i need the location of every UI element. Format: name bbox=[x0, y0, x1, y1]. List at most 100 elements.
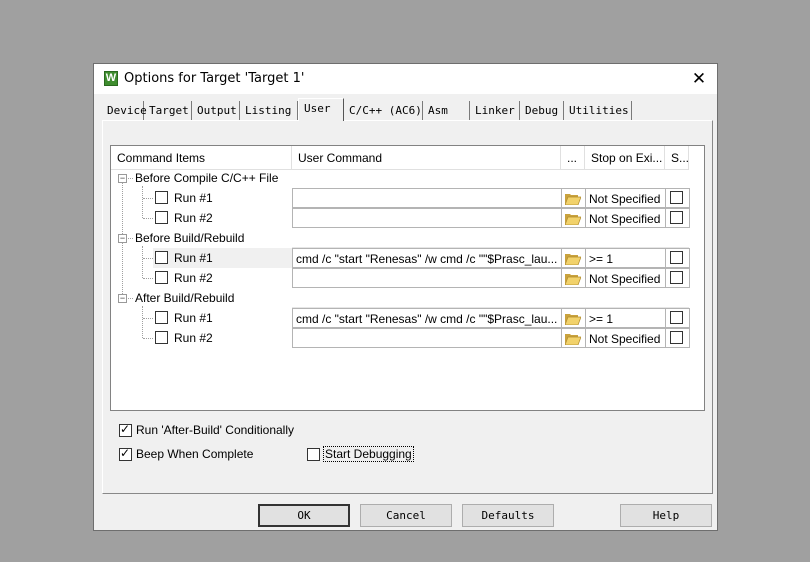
run-checkbox[interactable] bbox=[155, 251, 168, 264]
s-checkbox[interactable] bbox=[670, 271, 683, 284]
s-checkbox[interactable] bbox=[670, 211, 683, 224]
beep-when-complete-checkbox[interactable] bbox=[119, 446, 132, 461]
group-row-blank bbox=[292, 228, 689, 248]
header-stop-on-exit[interactable]: Stop on Exi... bbox=[585, 146, 665, 170]
title-bar[interactable]: W Options for Target 'Target 1' ✕ bbox=[94, 64, 717, 94]
user-command-input[interactable] bbox=[292, 188, 562, 208]
s-cell bbox=[665, 268, 690, 288]
browse-button[interactable] bbox=[561, 188, 586, 208]
tab-label: Target bbox=[149, 104, 189, 117]
tab-label: Output bbox=[197, 104, 237, 117]
start-debugging-checkbox[interactable] bbox=[307, 448, 320, 461]
tab-label: Device bbox=[107, 104, 147, 117]
tree-line bbox=[143, 198, 153, 199]
tab-output[interactable]: Output bbox=[192, 101, 240, 120]
row-label: Run #1 bbox=[174, 311, 213, 325]
group-after-build[interactable]: After Build/Rebuild bbox=[135, 291, 234, 305]
tab-label: Utilities bbox=[569, 104, 629, 117]
stop-on-exit-select[interactable]: Not Specified bbox=[585, 268, 666, 288]
open-folder-icon bbox=[565, 274, 581, 285]
user-command-input[interactable] bbox=[292, 328, 562, 348]
run-checkbox[interactable] bbox=[155, 331, 168, 344]
group-before-compile[interactable]: Before Compile C/C++ File bbox=[135, 171, 278, 185]
tab-linker[interactable]: Linker bbox=[470, 101, 520, 120]
beep-when-complete-label[interactable]: Beep When Complete bbox=[136, 447, 253, 461]
group-before-build[interactable]: Before Build/Rebuild bbox=[135, 231, 244, 245]
row-label: Run #2 bbox=[174, 211, 213, 225]
options-dialog: W Options for Target 'Target 1' ✕ Device… bbox=[93, 63, 718, 531]
browse-button[interactable] bbox=[561, 328, 586, 348]
user-commands-grid: Command Items User Command ... Stop on E… bbox=[110, 145, 705, 411]
run-after-build-checkbox[interactable] bbox=[119, 422, 132, 437]
row-label: Run #1 bbox=[174, 191, 213, 205]
browse-button[interactable] bbox=[561, 208, 586, 228]
browse-button[interactable] bbox=[561, 248, 586, 268]
open-folder-icon bbox=[565, 254, 581, 265]
run-checkbox[interactable] bbox=[155, 191, 168, 204]
tab-device[interactable]: Device bbox=[102, 101, 147, 120]
header-user-command[interactable]: User Command bbox=[292, 146, 561, 170]
tree-line bbox=[142, 186, 143, 218]
window-title: Options for Target 'Target 1' bbox=[124, 71, 305, 86]
user-tab-panel: Command Items User Command ... Stop on E… bbox=[102, 120, 713, 494]
tab-cpp-ac6[interactable]: C/C++ (AC6) bbox=[344, 101, 423, 120]
help-button[interactable]: Help bbox=[620, 504, 712, 527]
header-command-items[interactable]: Command Items bbox=[111, 146, 292, 170]
s-cell bbox=[665, 208, 690, 228]
stop-on-exit-select[interactable]: Not Specified bbox=[585, 328, 666, 348]
tab-utilities[interactable]: Utilities bbox=[564, 101, 632, 120]
tree-line bbox=[143, 218, 153, 219]
ok-button[interactable]: OK bbox=[258, 504, 350, 527]
group-row-blank bbox=[292, 170, 689, 190]
cancel-button[interactable]: Cancel bbox=[360, 504, 452, 527]
keil-app-icon: W bbox=[104, 71, 118, 86]
collapse-icon[interactable]: − bbox=[118, 234, 127, 243]
header-s[interactable]: S... bbox=[665, 146, 689, 170]
stop-on-exit-select[interactable]: Not Specified bbox=[585, 208, 666, 228]
s-checkbox[interactable] bbox=[670, 191, 683, 204]
tree-line bbox=[143, 278, 153, 279]
user-command-input[interactable] bbox=[292, 208, 562, 228]
tree-line bbox=[142, 306, 143, 338]
s-checkbox[interactable] bbox=[670, 331, 683, 344]
tab-label: C/C++ (AC6) bbox=[349, 104, 422, 117]
start-debugging-text: Start Debugging bbox=[323, 446, 414, 462]
tab-target[interactable]: Target bbox=[144, 101, 192, 120]
run-after-build-label[interactable]: Run 'After-Build' Conditionally bbox=[136, 423, 294, 437]
collapse-icon[interactable]: − bbox=[118, 174, 127, 183]
tree-line bbox=[142, 246, 143, 278]
collapse-icon[interactable]: − bbox=[118, 294, 127, 303]
tab-listing[interactable]: Listing bbox=[240, 101, 298, 120]
close-icon[interactable]: ✕ bbox=[689, 69, 709, 89]
browse-button[interactable] bbox=[561, 308, 586, 328]
open-folder-icon bbox=[565, 194, 581, 205]
open-folder-icon bbox=[565, 314, 581, 325]
user-command-input[interactable]: cmd /c "start "Renesas" /w cmd /c ""$Pra… bbox=[292, 308, 562, 328]
tab-label: User bbox=[304, 102, 331, 115]
tab-debug[interactable]: Debug bbox=[520, 101, 564, 120]
start-debugging-label[interactable]: Start Debugging bbox=[323, 446, 414, 462]
s-checkbox[interactable] bbox=[670, 251, 683, 264]
user-command-input[interactable]: cmd /c "start "Renesas" /w cmd /c ""$Pra… bbox=[292, 248, 562, 268]
row-label: Run #2 bbox=[174, 271, 213, 285]
run-checkbox[interactable] bbox=[155, 311, 168, 324]
s-checkbox[interactable] bbox=[670, 311, 683, 324]
defaults-button[interactable]: Defaults bbox=[462, 504, 554, 527]
user-command-input[interactable] bbox=[292, 268, 562, 288]
tree-line bbox=[143, 258, 153, 259]
open-folder-icon bbox=[565, 334, 581, 345]
open-folder-icon bbox=[565, 214, 581, 225]
s-cell bbox=[665, 308, 690, 328]
header-browse[interactable]: ... bbox=[561, 146, 585, 170]
stop-on-exit-select[interactable]: >= 1 bbox=[585, 308, 666, 328]
tab-asm[interactable]: Asm bbox=[423, 101, 470, 120]
run-checkbox[interactable] bbox=[155, 271, 168, 284]
run-checkbox[interactable] bbox=[155, 211, 168, 224]
browse-button[interactable] bbox=[561, 268, 586, 288]
tab-user[interactable]: User bbox=[298, 98, 344, 121]
stop-on-exit-select[interactable]: >= 1 bbox=[585, 248, 666, 268]
stop-on-exit-select[interactable]: Not Specified bbox=[585, 188, 666, 208]
row-label: Run #1 bbox=[174, 251, 213, 265]
row-label: Run #2 bbox=[174, 331, 213, 345]
tree-line bbox=[143, 338, 153, 339]
